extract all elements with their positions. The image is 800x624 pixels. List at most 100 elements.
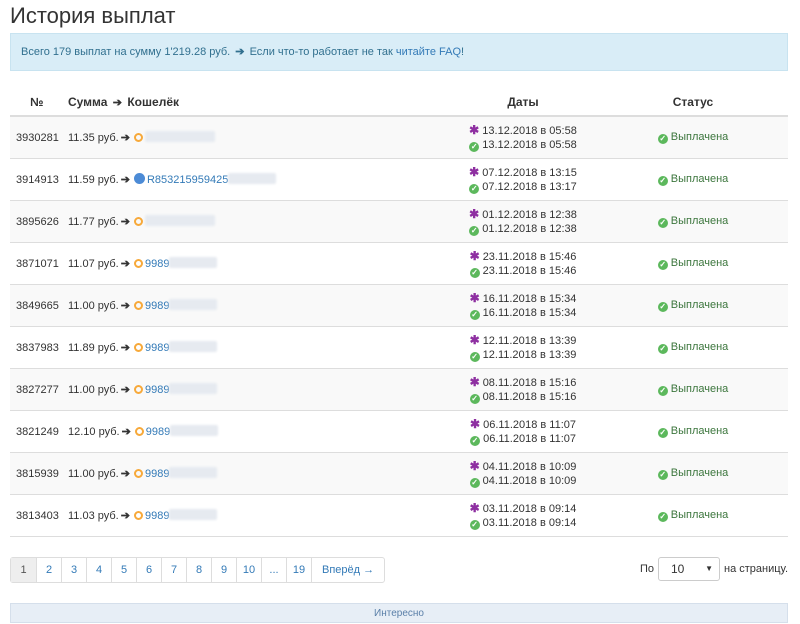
check-circle-icon: ✓: [469, 226, 480, 236]
created-date: 01.12.2018 в 12:38: [482, 209, 577, 221]
check-circle-icon: ✓: [657, 260, 668, 270]
status-cell: ✓ Выплачена: [598, 326, 788, 369]
arrow-right-icon: ➔: [120, 510, 130, 522]
payout-amount: 11.00 руб.: [68, 300, 119, 312]
check-circle-icon: ✓: [657, 218, 668, 228]
pagination: 1 2 3 4 5 6 7 8 9 10... 19 Вперёд →: [10, 557, 386, 583]
asterisk-icon: ✱: [469, 375, 480, 389]
wallet-link[interactable]: 9989: [145, 510, 169, 522]
qiwi-icon: [133, 385, 143, 394]
payout-amount: 11.03 руб.: [68, 510, 119, 522]
created-date: 13.12.2018 в 05:58: [482, 125, 577, 137]
wallet-redacted: [169, 257, 218, 268]
page-link-3[interactable]: 3: [61, 558, 86, 582]
payout-id: 3914913: [10, 158, 68, 201]
page-link-1[interactable]: 1: [11, 558, 36, 582]
per-page-select[interactable]: 10 ▼: [658, 557, 720, 581]
wallet-link[interactable]: 9989: [146, 426, 170, 438]
sum-wallet-cell: 11.03 руб. ➔ 9989: [68, 494, 448, 537]
table-row: 3821249 12.10 руб. ➔ 9989 ✱ 06.11.2018 в 11:…: [10, 410, 788, 453]
page-link-8[interactable]: 8: [186, 558, 211, 582]
paid-date: 16.11.2018 в 15:34: [482, 307, 577, 319]
faq-link[interactable]: читайте FAQ: [396, 46, 461, 58]
payout-id: 3895626: [10, 200, 68, 243]
header-dates: Даты: [448, 88, 598, 117]
sum-wallet-cell: 11.89 руб. ➔ 9989: [68, 326, 448, 369]
table-row: 3837983 11.89 руб. ➔ 9989 ✱ 12.11.2018 в 13:…: [10, 326, 788, 369]
check-circle-icon: ✓: [657, 134, 668, 144]
payout-amount: 11.35 руб.: [68, 132, 119, 144]
wallet-redacted: [169, 509, 218, 520]
arrow-right-icon: ➔: [120, 132, 130, 144]
bottom-bar[interactable]: Интересно: [10, 603, 788, 623]
asterisk-icon: ✱: [469, 459, 480, 473]
page-link-2[interactable]: 2: [36, 558, 61, 582]
page-link-7[interactable]: 7: [161, 558, 186, 582]
table-row: 3871071 11.07 руб. ➔ 9989 ✱ 23.11.2018 в 15:…: [10, 242, 788, 285]
paid-date: 01.12.2018 в 12:38: [482, 223, 577, 235]
check-circle-icon: ✓: [469, 310, 480, 320]
status-cell: ✓ Выплачена: [598, 242, 788, 285]
webmoney-icon: [133, 173, 145, 184]
status-cell: ✓ Выплачена: [598, 200, 788, 243]
page-link-9[interactable]: 9: [211, 558, 236, 582]
check-circle-icon: ✓: [657, 428, 668, 438]
payout-id: 3871071: [10, 242, 68, 285]
paid-date: 06.11.2018 в 11:07: [483, 433, 576, 445]
status-badge: Выплачена: [670, 257, 729, 269]
qiwi-icon: [133, 133, 143, 142]
status-badge: Выплачена: [670, 425, 729, 437]
status-badge: Выплачена: [670, 341, 729, 353]
payout-amount: 11.89 руб.: [68, 342, 119, 354]
check-circle-icon: ✓: [469, 394, 480, 404]
arrow-right-icon: ➔: [112, 96, 123, 109]
paid-date: 08.11.2018 в 15:16: [482, 391, 577, 403]
arrow-right-icon: ➔: [121, 426, 131, 438]
wallet-link[interactable]: 9989: [145, 258, 169, 270]
page-link-19[interactable]: 19: [286, 558, 311, 582]
dates-cell: ✱ 06.11.2018 в 11:07 ✓ 06.11.2018 в 11:07: [448, 410, 598, 453]
header-sum-wallet: Сумма ➔ Кошелёк: [68, 88, 448, 117]
payout-id: 3821249: [10, 410, 68, 453]
status-badge: Выплачена: [670, 467, 729, 479]
status-badge: Выплачена: [670, 509, 729, 521]
page-link-6[interactable]: 6: [136, 558, 161, 582]
dates-cell: ✱ 07.12.2018 в 13:15 ✓ 07.12.2018 в 13:17: [448, 158, 598, 201]
status-badge: Выплачена: [670, 383, 729, 395]
dates-cell: ✱ 23.11.2018 в 15:46 ✓ 23.11.2018 в 15:46: [448, 242, 598, 285]
qiwi-icon: [133, 469, 143, 478]
check-circle-icon: ✓: [469, 142, 480, 152]
status-cell: ✓ Выплачена: [598, 116, 788, 159]
page-link-10[interactable]: 10: [236, 558, 261, 582]
wallet-link[interactable]: R853215959425: [147, 174, 228, 186]
qiwi-icon: [133, 301, 143, 310]
table-row: 3827277 11.00 руб. ➔ 9989 ✱ 08.11.2018 в 15:…: [10, 368, 788, 411]
created-date: 07.12.2018 в 13:15: [482, 167, 577, 179]
created-date: 04.11.2018 в 10:09: [482, 461, 577, 473]
page-link-5[interactable]: 5: [111, 558, 136, 582]
arrow-right-icon: ➔: [120, 216, 130, 228]
per-page-control: По 10 ▼ на страницу.: [640, 557, 788, 581]
wallet-link[interactable]: 9989: [145, 468, 169, 480]
asterisk-icon: ✱: [469, 165, 480, 179]
page-title: История выплат: [10, 3, 176, 28]
wallet-link[interactable]: 9989: [145, 342, 169, 354]
page-link-4[interactable]: 4: [86, 558, 111, 582]
wallet-link[interactable]: 9989: [145, 300, 169, 312]
check-circle-icon: ✓: [657, 302, 668, 312]
info-text: Если что-то работает не так: [249, 46, 393, 58]
qiwi-icon: [133, 259, 143, 268]
status-badge: Выплачена: [670, 131, 729, 143]
sum-wallet-cell: 11.00 руб. ➔ 9989: [68, 284, 448, 327]
payout-amount: 11.00 руб.: [68, 384, 119, 396]
dates-cell: ✱ 01.12.2018 в 12:38 ✓ 01.12.2018 в 12:38: [448, 200, 598, 243]
table-row: 3914913 11.59 руб. ➔ R853215959425 ✱ 07.12.2…: [10, 158, 788, 201]
payout-id: 3837983: [10, 326, 68, 369]
wallet-link[interactable]: 9989: [145, 384, 169, 396]
payout-amount: 12.10 руб.: [68, 426, 120, 438]
check-circle-icon: ✓: [657, 176, 668, 186]
dates-cell: ✱ 04.11.2018 в 10:09 ✓ 04.11.2018 в 10:09: [448, 452, 598, 495]
check-circle-icon: ✓: [469, 520, 480, 530]
wallet-redacted: [144, 131, 215, 142]
next-page-link[interactable]: Вперёд →: [311, 558, 384, 582]
